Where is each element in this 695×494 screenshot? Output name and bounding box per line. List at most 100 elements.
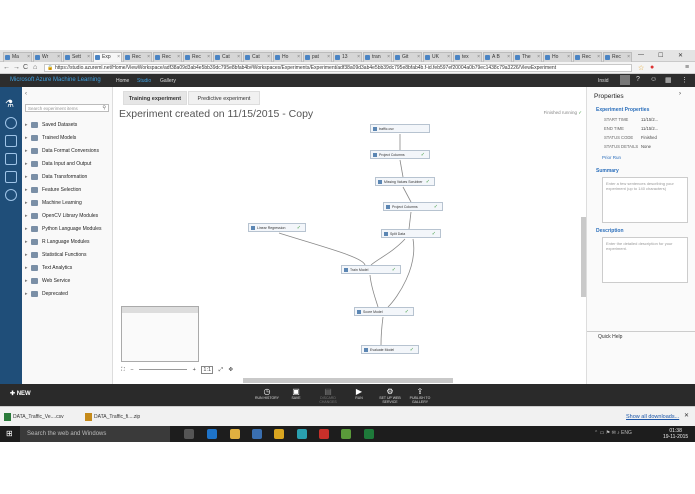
browser-tab[interactable]: Exp × xyxy=(93,52,122,62)
palette-category[interactable]: ▸ Data Input and Output xyxy=(25,159,111,169)
expand-arrow-icon[interactable]: ▸ xyxy=(25,263,28,273)
experiment-module[interactable]: Evaluate Model ✓ xyxy=(361,345,419,354)
search-icon[interactable]: ⚲ xyxy=(102,105,106,112)
extension-icon[interactable]: ● xyxy=(650,64,654,71)
close-window-button[interactable]: ✕ xyxy=(678,52,683,59)
palette-category[interactable]: ▸ Text Analytics xyxy=(25,263,111,273)
browser-tab[interactable]: Rec × xyxy=(153,52,182,62)
download-item[interactable]: DATA_Traffic_Ve....csv xyxy=(3,411,83,423)
browser-tab[interactable]: tex × xyxy=(453,52,482,62)
close-tab-icon[interactable]: × xyxy=(357,53,360,62)
app-icon[interactable] xyxy=(297,429,307,439)
minimize-button[interactable]: — xyxy=(638,52,644,58)
user-name[interactable]: Insid xyxy=(598,78,609,84)
datasets-icon[interactable] xyxy=(5,153,17,165)
palette-category[interactable]: ▸ Machine Learning xyxy=(25,198,111,208)
url-input[interactable]: 🔒 https://studio.azureml.net/Home/ViewWo… xyxy=(44,64,632,72)
close-tab-icon[interactable]: × xyxy=(207,53,210,62)
browser-tab[interactable]: Cat × xyxy=(213,52,242,62)
experiment-module[interactable]: Train Model ✓ xyxy=(341,265,401,274)
close-tab-icon[interactable]: × xyxy=(117,53,120,62)
trained-models-icon[interactable] xyxy=(5,171,17,183)
expand-arrow-icon[interactable]: ▸ xyxy=(25,198,28,208)
palette-category[interactable]: ▸ Statistical Functions xyxy=(25,250,111,260)
section-experiment-properties[interactable]: Experiment Properties xyxy=(596,107,649,113)
zoom-slider[interactable] xyxy=(139,369,188,371)
menu-icon[interactable]: ≡ xyxy=(685,64,689,71)
action-button[interactable]: ⚙ SET UP WEB SERVICE xyxy=(376,387,404,404)
close-tab-icon[interactable]: × xyxy=(477,53,480,62)
palette-category[interactable]: ▸ OpenCV Library Modules xyxy=(25,211,111,221)
quick-help-toggle[interactable]: Quick Help xyxy=(587,331,695,341)
home-button[interactable]: ⌂ xyxy=(33,64,37,71)
browser-tab[interactable]: Ho × xyxy=(543,52,572,62)
expand-arrow-icon[interactable]: ▸ xyxy=(25,185,28,195)
browser-tab[interactable]: tran × xyxy=(363,52,392,62)
palette-category[interactable]: ▸ R Language Modules xyxy=(25,237,111,247)
browser-tab[interactable]: Ma × xyxy=(3,52,32,62)
browser-tab[interactable]: Rec × xyxy=(183,52,212,62)
prior-run-link[interactable]: Prior Run xyxy=(602,155,621,160)
explorer-icon[interactable] xyxy=(230,429,240,439)
expand-arrow-icon[interactable]: ▸ xyxy=(25,172,28,182)
close-tab-icon[interactable]: × xyxy=(327,53,330,62)
web-services-icon[interactable] xyxy=(5,117,17,129)
excel-icon[interactable] xyxy=(364,429,374,439)
app-icon[interactable] xyxy=(341,429,351,439)
expand-arrow-icon[interactable]: ▸ xyxy=(25,120,28,130)
palette-category[interactable]: ▸ Saved Datasets xyxy=(25,120,111,130)
settings-icon[interactable] xyxy=(5,189,17,201)
zoom-in-icon[interactable]: + xyxy=(193,367,196,373)
experiments-icon[interactable]: ⚗ xyxy=(5,99,17,111)
palette-search-input[interactable]: Search experiment items ⚲ xyxy=(25,104,109,112)
pan-icon[interactable]: ✥ xyxy=(229,367,234,373)
palette-category[interactable]: ▸ Web Service xyxy=(25,276,111,286)
browser-tab[interactable]: Rec × xyxy=(573,52,602,62)
grid-icon[interactable]: ▦ xyxy=(665,76,672,84)
browser-tab[interactable]: A B × xyxy=(483,52,512,62)
app-icon[interactable] xyxy=(252,429,262,439)
expand-arrow-icon[interactable]: ▸ xyxy=(25,289,28,299)
close-tab-icon[interactable]: × xyxy=(387,53,390,62)
expand-arrow-icon[interactable]: ▸ xyxy=(25,159,28,169)
pdf-icon[interactable] xyxy=(319,429,329,439)
close-tab-icon[interactable]: × xyxy=(597,53,600,62)
close-tab-icon[interactable]: × xyxy=(447,53,450,62)
close-tab-icon[interactable]: × xyxy=(87,53,90,62)
canvas-minimap[interactable] xyxy=(121,306,199,362)
task-view-icon[interactable] xyxy=(184,429,194,439)
experiment-module[interactable]: Split Data ✓ xyxy=(381,229,441,238)
browser-tab[interactable]: UK × xyxy=(423,52,452,62)
palette-category[interactable]: ▸ Deprecated xyxy=(25,289,111,299)
browser-tab[interactable]: Wr × xyxy=(33,52,62,62)
expand-arrow-icon[interactable]: ▸ xyxy=(25,146,28,156)
description-textarea[interactable]: Enter the detailed description for your … xyxy=(602,237,688,283)
browser-tab[interactable]: Git × xyxy=(393,52,422,62)
close-tab-icon[interactable]: × xyxy=(567,53,570,62)
chrome-icon[interactable] xyxy=(274,429,284,439)
summary-textarea[interactable]: Enter a few sentences describing your ex… xyxy=(602,177,688,223)
close-tab-icon[interactable]: × xyxy=(627,53,630,62)
close-tab-icon[interactable]: × xyxy=(57,53,60,62)
browser-tab[interactable]: Cat × xyxy=(243,52,272,62)
zoom-out-icon[interactable]: − xyxy=(130,367,133,373)
expand-arrow-icon[interactable]: ▸ xyxy=(25,237,28,247)
action-button[interactable]: ◷ RUN HISTORY xyxy=(253,387,281,400)
expand-arrow-icon[interactable]: ▸ xyxy=(25,211,28,221)
community-icon[interactable]: ☺ xyxy=(650,76,657,83)
bookmark-star-icon[interactable]: ☆ xyxy=(638,64,644,72)
browser-tab[interactable]: Rec × xyxy=(123,52,152,62)
nav-studio[interactable]: Studio xyxy=(137,78,151,84)
close-tab-icon[interactable]: × xyxy=(417,53,420,62)
close-tab-icon[interactable]: × xyxy=(177,53,180,62)
palette-category[interactable]: ▸ Feature Selection xyxy=(25,185,111,195)
collapse-properties-icon[interactable]: › xyxy=(679,91,681,97)
action-button[interactable]: ▣ SAVE xyxy=(282,387,310,400)
system-tray[interactable]: ⌃ ▭ ⚑ ✉ ♪ ENG xyxy=(594,430,632,436)
browser-tab[interactable]: Ho × xyxy=(273,52,302,62)
edge-icon[interactable] xyxy=(207,429,217,439)
experiment-module[interactable]: Score Model ✓ xyxy=(354,307,414,316)
nav-home[interactable]: Home xyxy=(116,78,129,84)
taskbar-search[interactable]: Search the web and Windows xyxy=(20,426,170,442)
download-item[interactable]: DATA_Traffic_fi....zip xyxy=(84,411,152,423)
